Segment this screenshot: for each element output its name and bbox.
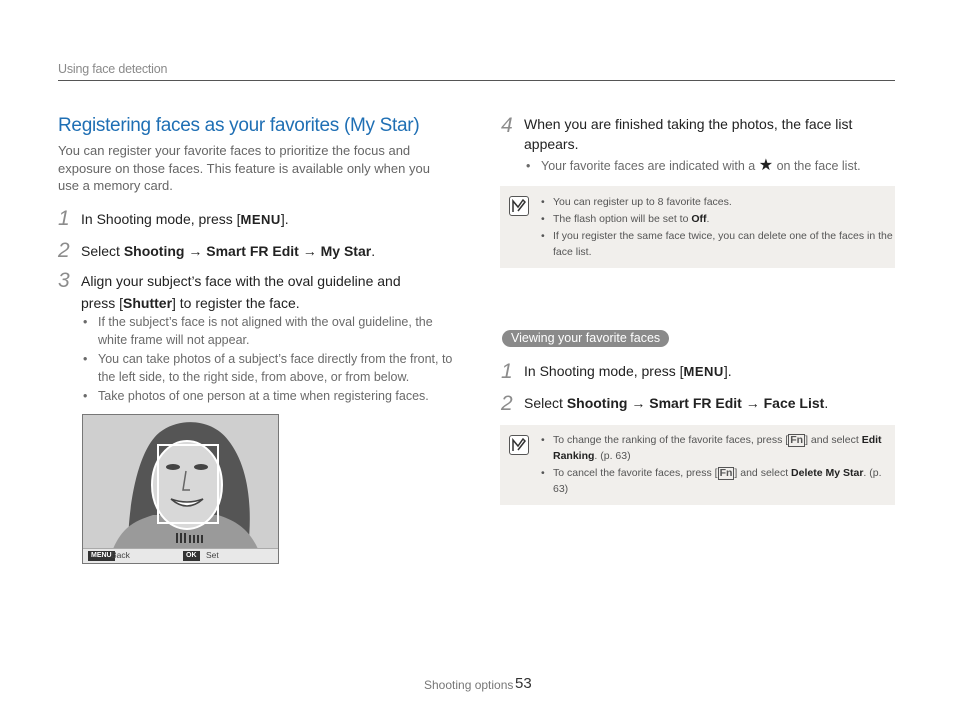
step-text: ] to register the face. (172, 295, 300, 311)
fn-button-glyph: Fn (717, 467, 735, 480)
note-box: To change the ranking of the favorite fa… (500, 425, 895, 505)
step-1-view: In Shooting mode, press [MENU]. (524, 360, 732, 383)
note-icon (509, 196, 529, 216)
camera-screen-illustration: MENU Back OK Set (82, 414, 279, 564)
step-text: press [ (81, 295, 124, 311)
step-text: ]. (280, 211, 289, 227)
intro-paragraph: You can register your favorite faces to … (58, 143, 430, 193)
list-item: Your favorite faces are indicated with a… (525, 157, 901, 175)
note-item: To change the ranking of the favorite fa… (540, 432, 898, 464)
note-text: . (p. 63) (594, 450, 631, 462)
menu-smart-fr-edit: Smart FR Edit (649, 395, 742, 411)
menu-my-star: My Star (320, 243, 372, 259)
menu-button-glyph: MENU (683, 364, 724, 379)
note-item: If you register the same face twice, you… (540, 228, 893, 260)
menu-smart-fr-edit: Smart FR Edit (206, 243, 299, 259)
menu-face-list: Face List (763, 395, 825, 411)
menu-shooting: Shooting (566, 395, 628, 411)
bullet-text: Your favorite faces are indicated with a (541, 159, 756, 173)
note-item: The flash option will be set to Off. (540, 211, 893, 227)
list-item: Take photos of one person at a time when… (82, 387, 470, 405)
note-text: To cancel the favorite faces, press [ (553, 467, 718, 479)
step-text: In Shooting mode, press [ (524, 363, 684, 379)
step-2-view: Select Shooting → Smart FR Edit → Face L… (524, 392, 828, 414)
set-label: Set (206, 550, 219, 560)
bullet-text: on the face list. (776, 159, 861, 173)
step-1: In Shooting mode, press [MENU]. (81, 208, 289, 231)
delete-my-star-option: Delete My Star (791, 467, 864, 479)
star-icon: ★ (758, 157, 774, 174)
screen-button-bar: MENU Back OK Set (83, 548, 278, 563)
note-text: ] and select (805, 434, 862, 446)
note-item: To cancel the favorite faces, press [Fn]… (540, 465, 898, 497)
step-text: . (824, 395, 829, 411)
step-number: 2 (58, 239, 70, 262)
back-label: Back (111, 550, 130, 560)
step-number: 2 (501, 392, 513, 415)
page-number: 53 (515, 675, 532, 692)
step-text: Align your subject’s face with the oval … (81, 273, 401, 289)
note-text: ] and select (734, 467, 792, 479)
step-number: 1 (58, 207, 70, 230)
step-number: 4 (501, 114, 513, 137)
step-4: When you are finished taking the photos,… (524, 116, 853, 152)
step-2: Select Shooting → Smart FR Edit → My Sta… (81, 240, 375, 262)
shutter-key: Shutter (123, 295, 173, 311)
step-text: In Shooting mode, press [ (81, 211, 241, 227)
note-text: To change the ranking of the favorite fa… (553, 434, 789, 446)
section-label: Viewing your favorite faces (502, 330, 670, 347)
section-header: Using face detection (58, 62, 168, 76)
step-text: . (371, 243, 376, 259)
arrow-icon: → (631, 395, 646, 411)
note-text: The flash option will be set to (553, 213, 692, 225)
face-photo-icon (83, 415, 278, 549)
page-title: Registering faces as your favorites (My … (58, 115, 420, 136)
header-divider (58, 80, 895, 81)
step-text: Select (81, 243, 124, 259)
note-text: . (706, 213, 710, 225)
fn-button-glyph: Fn (788, 434, 806, 447)
step-3: Align your subject’s face with the oval … (81, 270, 461, 314)
step-text: Select (524, 395, 567, 411)
arrow-icon: → (302, 243, 317, 259)
note-icon (509, 435, 529, 455)
arrow-icon: → (188, 243, 203, 259)
arrow-icon: → (745, 395, 760, 411)
ok-tag: OK (183, 551, 200, 561)
step-number: 1 (501, 360, 513, 383)
note-box: You can register up to 8 favorite faces.… (500, 186, 895, 268)
list-item: You can take photos of a subject’s face … (82, 350, 458, 386)
flash-off-value: Off (691, 213, 707, 225)
menu-button-glyph: MENU (240, 212, 281, 227)
note-item: You can register up to 8 favorite faces. (540, 194, 893, 210)
menu-shooting: Shooting (123, 243, 185, 259)
list-item: If the subject’s face is not aligned wit… (82, 313, 458, 349)
step-text: ]. (723, 363, 732, 379)
footer-section: Shooting options (424, 678, 514, 692)
step-number: 3 (58, 269, 70, 292)
